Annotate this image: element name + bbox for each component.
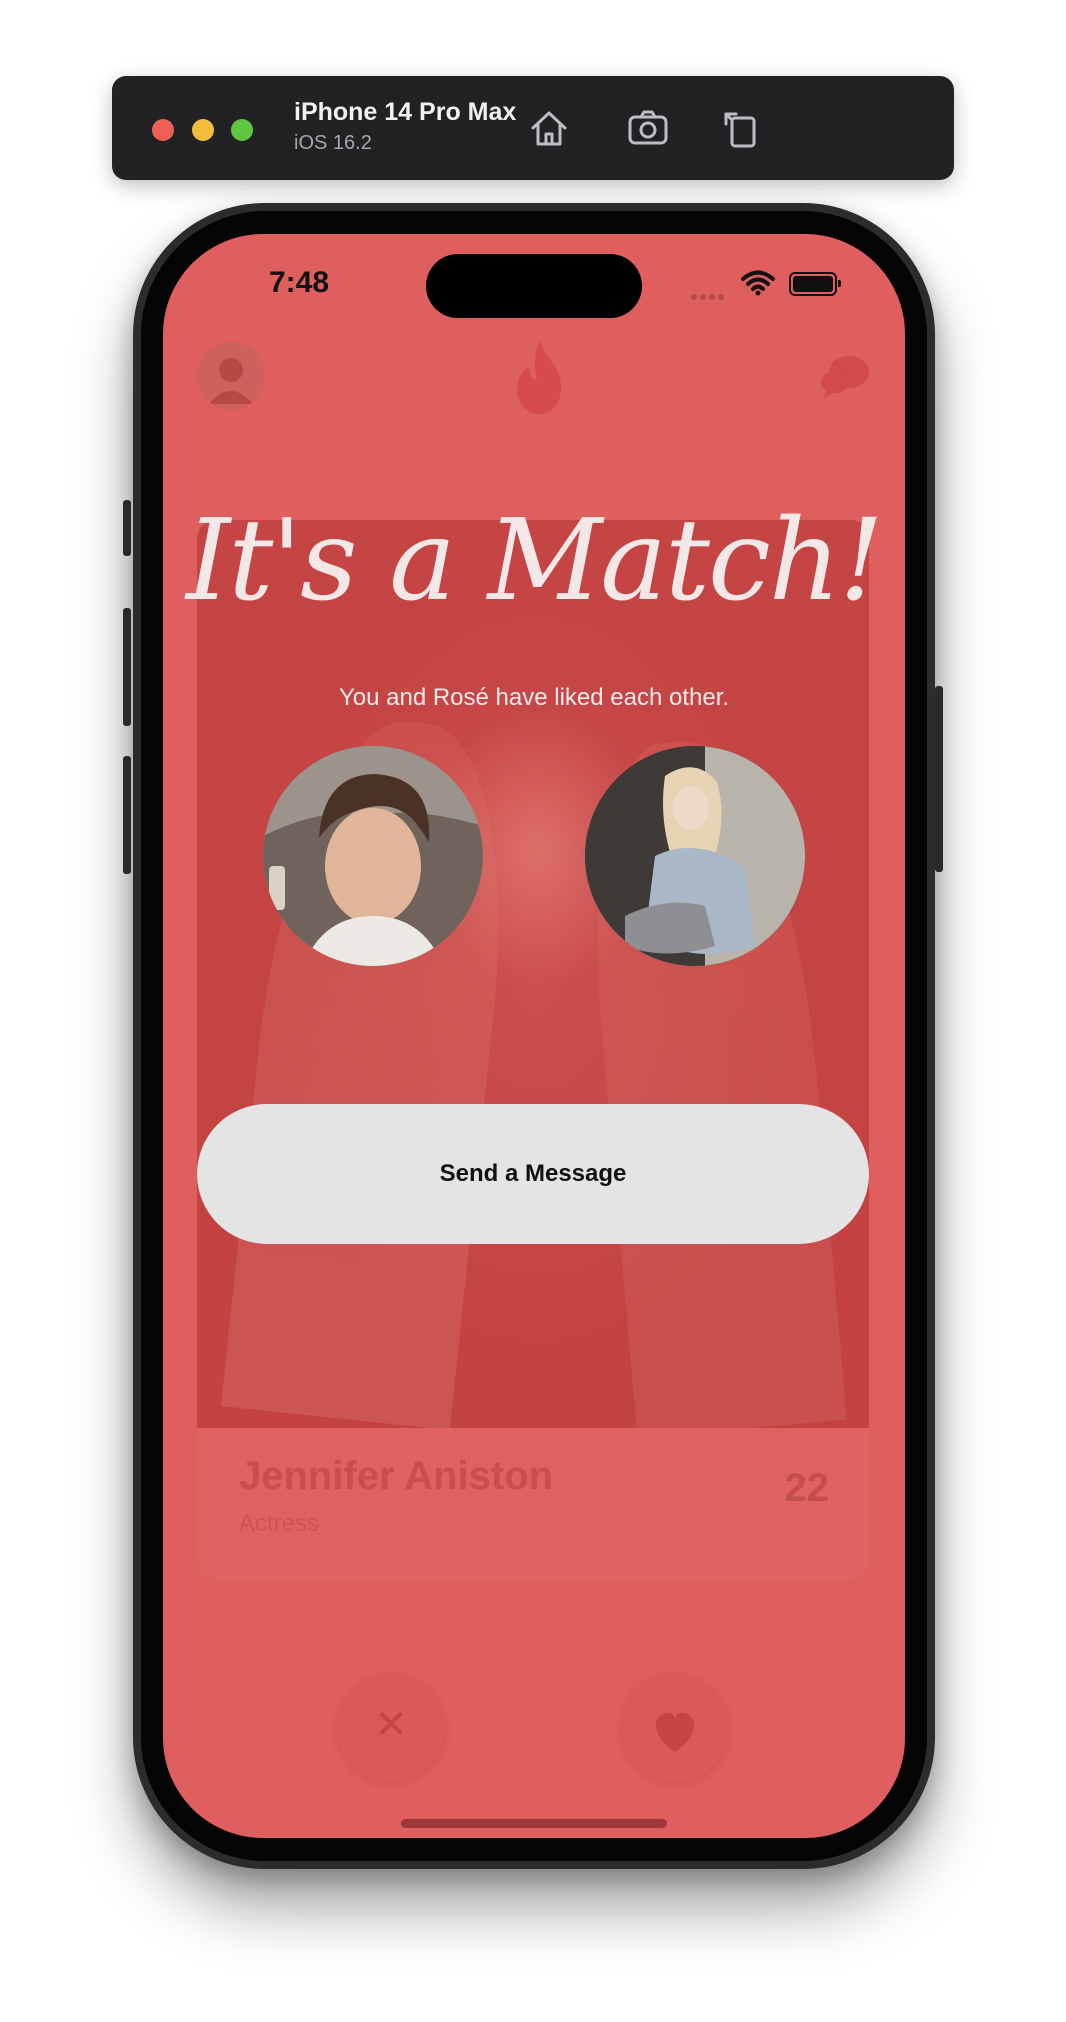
my-avatar <box>263 746 483 966</box>
heart-icon <box>655 1712 695 1752</box>
close-window-button[interactable] <box>152 119 174 141</box>
screenshot-icon[interactable] <box>624 104 672 152</box>
profile-card[interactable] <box>197 520 869 1580</box>
match-subtitle: You and Rosé have liked each other. <box>338 684 730 711</box>
card-info-panel <box>197 1428 869 1580</box>
like-button[interactable] <box>621 1674 729 1782</box>
battery-icon <box>789 272 841 296</box>
minimize-window-button[interactable] <box>192 119 214 141</box>
home-indicator[interactable] <box>401 1819 667 1828</box>
match-title: It's a Match! <box>186 496 884 626</box>
volume-down-button <box>123 756 131 874</box>
phone-screen: Jennifer Aniston Actress 22 ✕ It's a Mat… <box>163 234 905 1838</box>
card-name: Jennifer Aniston <box>239 1454 554 1498</box>
match-avatar <box>585 746 805 966</box>
zoom-window-button[interactable] <box>231 119 253 141</box>
dislike-button[interactable]: ✕ <box>337 1674 445 1782</box>
volume-up-button <box>123 608 131 726</box>
signal-icon <box>691 287 731 300</box>
device-name: iPhone 14 Pro Max <box>294 98 517 126</box>
mute-switch <box>123 500 131 556</box>
close-icon: ✕ <box>374 1703 408 1747</box>
home-icon[interactable] <box>525 104 573 152</box>
rotate-icon[interactable] <box>716 104 764 152</box>
profile-avatar[interactable] <box>197 342 265 410</box>
flame-icon[interactable] <box>503 334 577 418</box>
device-os-version: iOS 16.2 <box>294 132 372 154</box>
card-occupation: Actress <box>239 1510 320 1537</box>
status-time: 7:48 <box>269 266 330 299</box>
wifi-icon <box>741 270 775 301</box>
card-age: 22 <box>784 1466 830 1510</box>
profile-photo <box>197 520 869 1438</box>
chat-icon[interactable] <box>819 352 871 400</box>
power-button <box>935 686 943 872</box>
simulator-toolbar: iPhone 14 Pro Max iOS 16.2 <box>112 76 954 180</box>
dynamic-island <box>426 254 642 318</box>
send-message-button[interactable]: Send a Message <box>197 1104 869 1244</box>
